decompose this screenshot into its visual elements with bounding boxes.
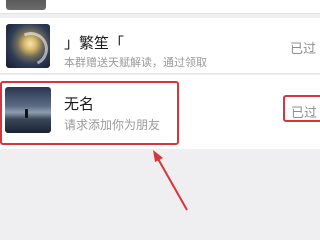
avatar [6,24,50,68]
list-item-partial[interactable] [0,0,320,14]
highlight-box [283,95,320,122]
new-friends-screen: 」繁笙「 本群赠送天赋解读，通过领取 已过 无名 请求添加你为朋友 已过 [0,0,320,240]
list-item[interactable]: 」繁笙「 本群赠送天赋解读，通过领取 已过 [0,18,320,74]
request-message: 本群赠送天赋解读，通过领取 [64,56,207,69]
contact-name: 」繁笙「 [64,34,125,52]
avatar [6,0,46,10]
status-label: 已过 [290,42,317,57]
highlight-box [0,81,179,145]
